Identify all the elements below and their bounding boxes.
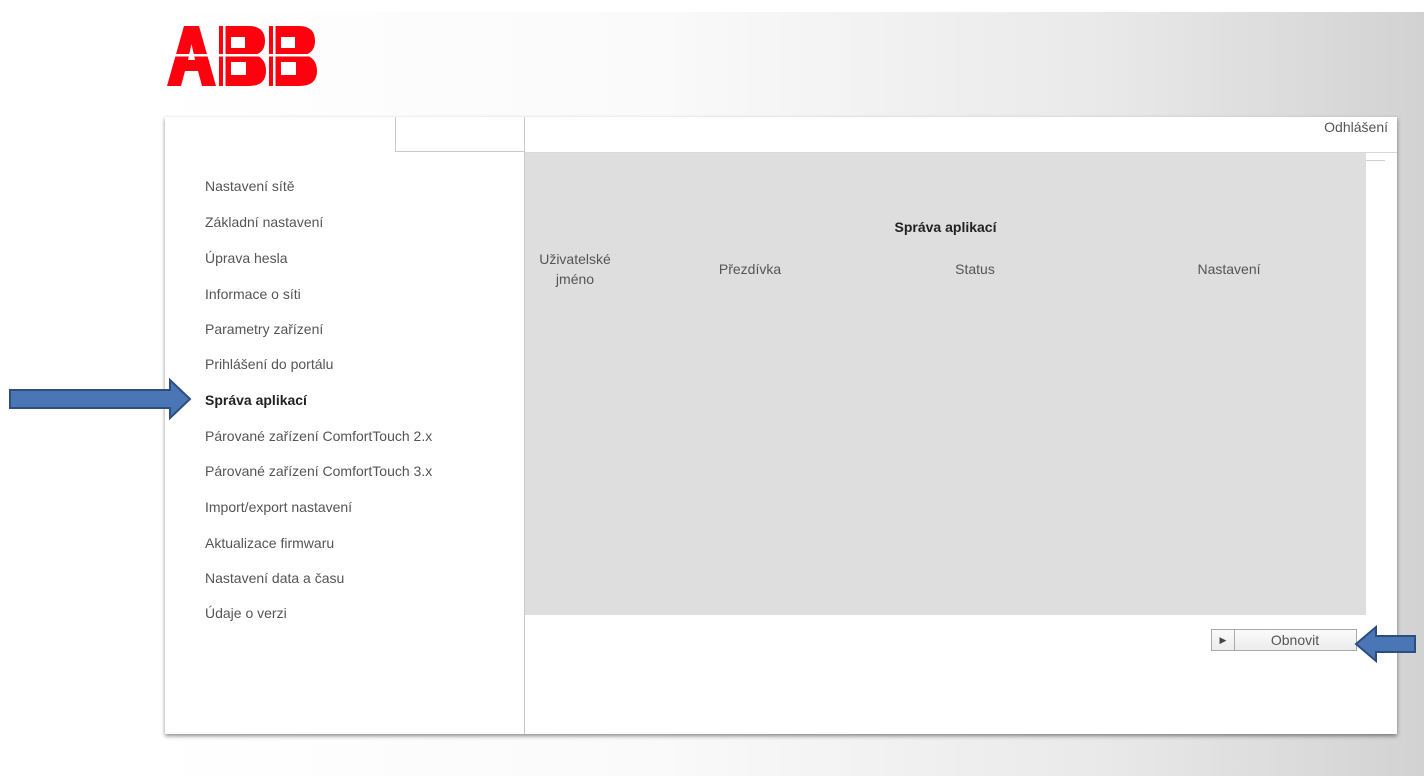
app-management-content: Správa aplikací Uživatelské jméno Přezdí… bbox=[525, 153, 1366, 615]
column-header-nickname: Přezdívka bbox=[718, 261, 782, 277]
column-header-status: Status bbox=[955, 261, 995, 277]
sidebar-item-paired-comforttouch-3[interactable]: Párované zařízení ComfortTouch 3.x bbox=[205, 463, 432, 479]
sidebar-item-portal-login[interactable]: Prihlášení do portálu bbox=[205, 356, 333, 372]
header-divider-right bbox=[1366, 160, 1385, 161]
column-header-username-line1: Uživatelské bbox=[539, 251, 611, 267]
sidebar-item-device-parameters[interactable]: Parametry zařízení bbox=[205, 321, 323, 337]
page-title: Správa aplikací bbox=[894, 219, 997, 235]
annotation-arrow-right-icon bbox=[9, 377, 192, 421]
column-header-username: Uživatelské jméno bbox=[535, 249, 615, 289]
sidebar-item-network-settings[interactable]: Nastavení sítě bbox=[205, 178, 295, 194]
logout-link[interactable]: Odhlášení bbox=[1300, 119, 1388, 135]
play-triangle-icon: ▶ bbox=[1212, 630, 1235, 650]
column-header-settings: Nastavení bbox=[1197, 261, 1261, 277]
sidebar-item-network-info[interactable]: Informace o síti bbox=[205, 286, 301, 302]
refresh-button-label: Obnovit bbox=[1270, 632, 1320, 648]
sidebar-item-version-info[interactable]: Údaje o verzi bbox=[205, 605, 287, 621]
sidebar-item-firmware-update[interactable]: Aktualizace firmwaru bbox=[205, 535, 334, 551]
header-tab-area bbox=[395, 117, 525, 152]
sidebar-item-basic-settings[interactable]: Základní nastavení bbox=[205, 214, 323, 230]
abb-logo bbox=[167, 26, 319, 86]
column-header-username-line2: jméno bbox=[555, 271, 595, 287]
sidebar-item-app-management[interactable]: Správa aplikací bbox=[205, 392, 307, 408]
sidebar-item-paired-comforttouch-2[interactable]: Párované zařízení ComfortTouch 2.x bbox=[205, 428, 432, 444]
sidebar-item-date-time[interactable]: Nastavení data a času bbox=[205, 570, 344, 586]
refresh-button[interactable]: ▶ Obnovit bbox=[1211, 629, 1357, 651]
sidebar-item-import-export[interactable]: Import/export nastavení bbox=[205, 499, 352, 515]
sidebar-item-change-password[interactable]: Úprava hesla bbox=[205, 250, 288, 266]
annotation-arrow-left-icon bbox=[1354, 625, 1416, 663]
